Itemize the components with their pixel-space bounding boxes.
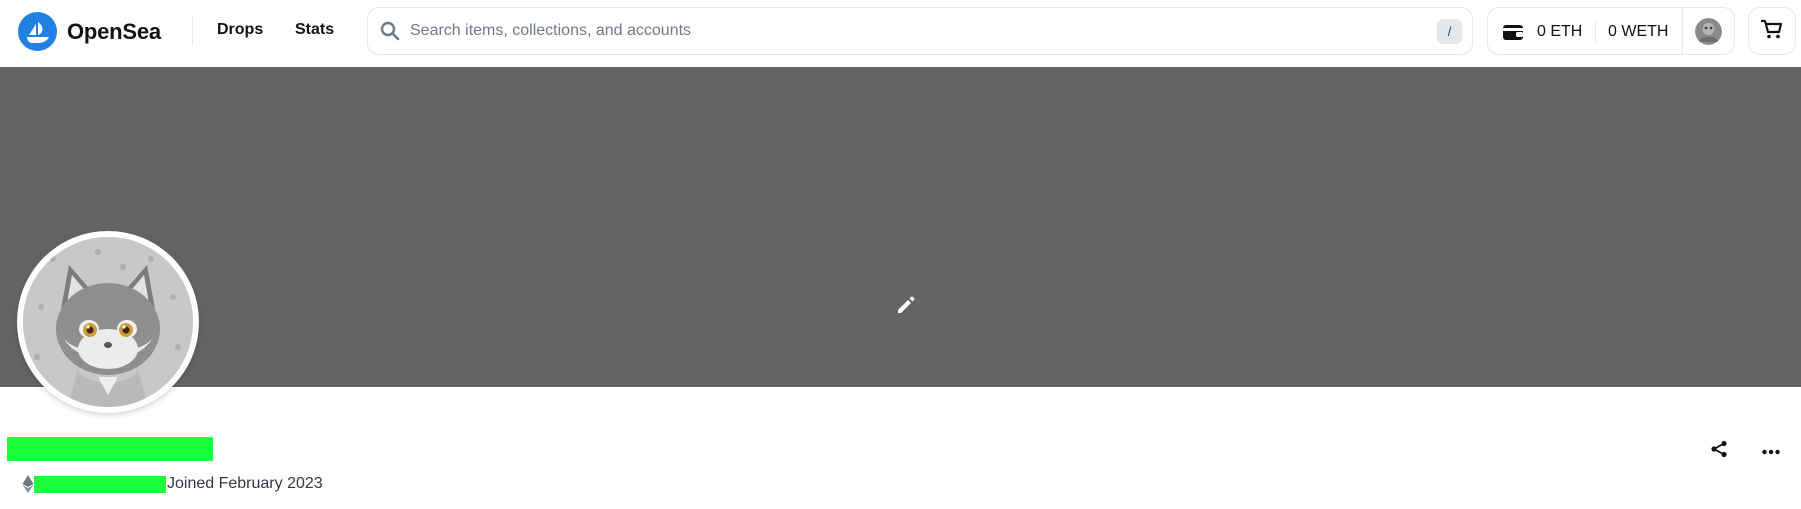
more-horizontal-icon [1762,442,1780,460]
profile-meta-row: Joined February 2023 [22,474,323,494]
profile-banner[interactable] [0,67,1801,387]
top-navigation-bar: OpenSea Drops Stats / 0 ETH 0 WETH [0,0,1801,67]
wallet-balance-widget[interactable]: 0 ETH 0 WETH [1487,7,1735,55]
opensea-logo-link[interactable]: OpenSea [18,12,161,51]
nav-link-stats[interactable]: Stats [295,21,334,39]
wallet-divider [1595,20,1596,44]
cart-button[interactable] [1748,7,1796,55]
wallet-avatar-divider [1682,8,1683,54]
brand-name: OpenSea [67,18,161,44]
search-icon [380,21,400,46]
ethereum-icon [22,475,34,493]
search-shortcut-key: / [1437,19,1462,44]
search-input[interactable] [410,8,1400,54]
more-options-button[interactable] [1758,438,1784,464]
eth-balance: 0 ETH [1537,23,1583,40]
nav-link-drops[interactable]: Drops [217,21,263,39]
profile-name-redacted [7,437,213,461]
share-icon [1710,440,1728,463]
share-button[interactable] [1706,438,1732,464]
profile-avatar-image [23,237,193,407]
joined-date: Joined February 2023 [167,475,323,492]
wallet-icon [1502,22,1524,47]
nav-divider [192,17,193,45]
wallet-address-redacted[interactable] [34,475,166,493]
pencil-icon[interactable] [894,293,918,322]
account-avatar[interactable] [1695,18,1722,45]
search-bar[interactable]: / [367,7,1473,55]
profile-avatar[interactable] [17,231,199,413]
opensea-logo-icon [18,12,57,51]
weth-balance: 0 WETH [1608,23,1669,40]
cart-icon [1760,18,1783,45]
